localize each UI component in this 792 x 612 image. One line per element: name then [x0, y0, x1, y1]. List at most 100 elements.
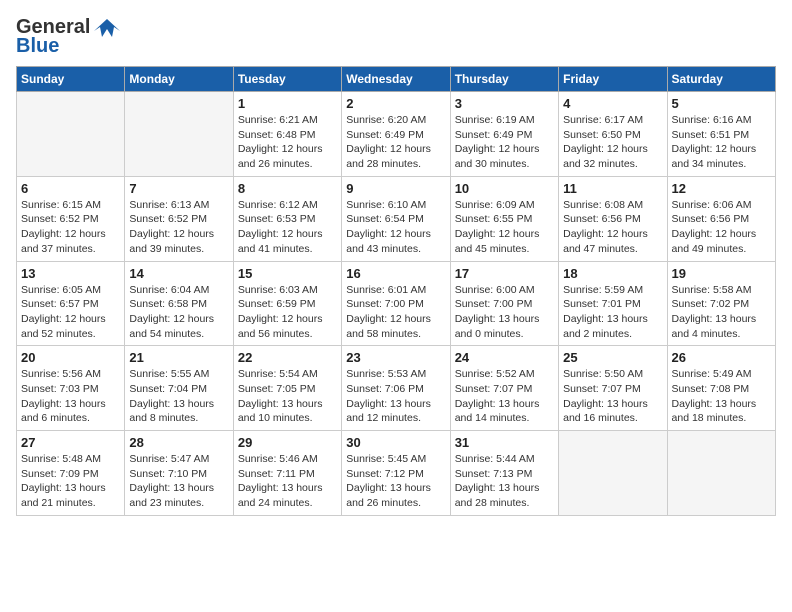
- calendar-cell: 24 Sunrise: 5:52 AM Sunset: 7:07 PM Dayli…: [450, 346, 558, 431]
- day-header-friday: Friday: [559, 67, 667, 92]
- calendar-cell: 28 Sunrise: 5:47 AM Sunset: 7:10 PM Dayli…: [125, 431, 233, 516]
- calendar-cell: 6 Sunrise: 6:15 AM Sunset: 6:52 PM Daylig…: [17, 176, 125, 261]
- day-header-saturday: Saturday: [667, 67, 775, 92]
- day-header-wednesday: Wednesday: [342, 67, 450, 92]
- calendar-cell: 30 Sunrise: 5:45 AM Sunset: 7:12 PM Dayli…: [342, 431, 450, 516]
- cell-content: Sunrise: 5:52 AM Sunset: 7:07 PM Dayligh…: [455, 367, 554, 426]
- calendar-cell: 9 Sunrise: 6:10 AM Sunset: 6:54 PM Daylig…: [342, 176, 450, 261]
- calendar-cell: [125, 92, 233, 177]
- day-number: 21: [129, 350, 228, 365]
- calendar-cell: 1 Sunrise: 6:21 AM Sunset: 6:48 PM Daylig…: [233, 92, 341, 177]
- day-number: 18: [563, 266, 662, 281]
- day-number: 11: [563, 181, 662, 196]
- cell-content: Sunrise: 6:16 AM Sunset: 6:51 PM Dayligh…: [672, 113, 771, 172]
- cell-content: Sunrise: 6:01 AM Sunset: 7:00 PM Dayligh…: [346, 283, 445, 342]
- cell-content: Sunrise: 5:49 AM Sunset: 7:08 PM Dayligh…: [672, 367, 771, 426]
- calendar-cell: 10 Sunrise: 6:09 AM Sunset: 6:55 PM Dayli…: [450, 176, 558, 261]
- day-header-sunday: Sunday: [17, 67, 125, 92]
- cell-content: Sunrise: 6:15 AM Sunset: 6:52 PM Dayligh…: [21, 198, 120, 257]
- cell-content: Sunrise: 6:13 AM Sunset: 6:52 PM Dayligh…: [129, 198, 228, 257]
- calendar-cell: 4Sunrise: 6:17 AM Sunset: 6:50 PM Daylig…: [559, 92, 667, 177]
- cell-content: Sunrise: 6:03 AM Sunset: 6:59 PM Dayligh…: [238, 283, 337, 342]
- calendar-cell: 2Sunrise: 6:20 AM Sunset: 6:49 PM Daylig…: [342, 92, 450, 177]
- day-number: 3: [455, 96, 554, 111]
- day-number: 28: [129, 435, 228, 450]
- day-header-thursday: Thursday: [450, 67, 558, 92]
- logo-bird-icon: [94, 17, 120, 39]
- calendar-cell: 20 Sunrise: 5:56 AM Sunset: 7:03 PM Dayli…: [17, 346, 125, 431]
- cell-content: Sunrise: 5:46 AM Sunset: 7:11 PM Dayligh…: [238, 452, 337, 511]
- calendar-cell: 3 Sunrise: 6:19 AM Sunset: 6:49 PM Daylig…: [450, 92, 558, 177]
- day-number: 30: [346, 435, 445, 450]
- day-number: 14: [129, 266, 228, 281]
- calendar-cell: [559, 431, 667, 516]
- cell-content: Sunrise: 5:50 AM Sunset: 7:07 PM Dayligh…: [563, 367, 662, 426]
- calendar-cell: 12Sunrise: 6:06 AM Sunset: 6:56 PM Dayli…: [667, 176, 775, 261]
- calendar-cell: 26 Sunrise: 5:49 AM Sunset: 7:08 PM Dayli…: [667, 346, 775, 431]
- day-number: 20: [21, 350, 120, 365]
- cell-content: Sunrise: 6:19 AM Sunset: 6:49 PM Dayligh…: [455, 113, 554, 172]
- cell-content: Sunrise: 5:45 AM Sunset: 7:12 PM Dayligh…: [346, 452, 445, 511]
- calendar-cell: 7 Sunrise: 6:13 AM Sunset: 6:52 PM Daylig…: [125, 176, 233, 261]
- calendar-cell: 29Sunrise: 5:46 AM Sunset: 7:11 PM Dayli…: [233, 431, 341, 516]
- day-number: 13: [21, 266, 120, 281]
- day-number: 12: [672, 181, 771, 196]
- day-number: 26: [672, 350, 771, 365]
- day-header-monday: Monday: [125, 67, 233, 92]
- calendar-header-row: SundayMondayTuesdayWednesdayThursdayFrid…: [17, 67, 776, 92]
- calendar-cell: [667, 431, 775, 516]
- calendar-cell: 22 Sunrise: 5:54 AM Sunset: 7:05 PM Dayli…: [233, 346, 341, 431]
- calendar-cell: 21 Sunrise: 5:55 AM Sunset: 7:04 PM Dayli…: [125, 346, 233, 431]
- day-number: 1: [238, 96, 337, 111]
- cell-content: Sunrise: 6:21 AM Sunset: 6:48 PM Dayligh…: [238, 113, 337, 172]
- day-number: 9: [346, 181, 445, 196]
- day-number: 8: [238, 181, 337, 196]
- calendar-cell: 8 Sunrise: 6:12 AM Sunset: 6:53 PM Daylig…: [233, 176, 341, 261]
- day-number: 10: [455, 181, 554, 196]
- cell-content: Sunrise: 5:44 AM Sunset: 7:13 PM Dayligh…: [455, 452, 554, 511]
- logo: General Blue: [16, 16, 120, 58]
- cell-content: Sunrise: 6:05 AM Sunset: 6:57 PM Dayligh…: [21, 283, 120, 342]
- calendar-cell: 18 Sunrise: 5:59 AM Sunset: 7:01 PM Dayli…: [559, 261, 667, 346]
- cell-content: Sunrise: 5:59 AM Sunset: 7:01 PM Dayligh…: [563, 283, 662, 342]
- calendar-week-1: 1 Sunrise: 6:21 AM Sunset: 6:48 PM Daylig…: [17, 92, 776, 177]
- cell-content: Sunrise: 5:56 AM Sunset: 7:03 PM Dayligh…: [21, 367, 120, 426]
- day-number: 27: [21, 435, 120, 450]
- calendar-cell: 5 Sunrise: 6:16 AM Sunset: 6:51 PM Daylig…: [667, 92, 775, 177]
- day-number: 6: [21, 181, 120, 196]
- calendar-cell: 31 Sunrise: 5:44 AM Sunset: 7:13 PM Dayli…: [450, 431, 558, 516]
- cell-content: Sunrise: 6:09 AM Sunset: 6:55 PM Dayligh…: [455, 198, 554, 257]
- day-header-tuesday: Tuesday: [233, 67, 341, 92]
- day-number: 19: [672, 266, 771, 281]
- cell-content: Sunrise: 5:54 AM Sunset: 7:05 PM Dayligh…: [238, 367, 337, 426]
- calendar-cell: 23Sunrise: 5:53 AM Sunset: 7:06 PM Dayli…: [342, 346, 450, 431]
- cell-content: Sunrise: 5:55 AM Sunset: 7:04 PM Dayligh…: [129, 367, 228, 426]
- day-number: 24: [455, 350, 554, 365]
- cell-content: Sunrise: 6:17 AM Sunset: 6:50 PM Dayligh…: [563, 113, 662, 172]
- day-number: 7: [129, 181, 228, 196]
- day-number: 22: [238, 350, 337, 365]
- day-number: 5: [672, 96, 771, 111]
- calendar-week-2: 6 Sunrise: 6:15 AM Sunset: 6:52 PM Daylig…: [17, 176, 776, 261]
- calendar-cell: 13 Sunrise: 6:05 AM Sunset: 6:57 PM Dayli…: [17, 261, 125, 346]
- cell-content: Sunrise: 6:12 AM Sunset: 6:53 PM Dayligh…: [238, 198, 337, 257]
- calendar-cell: 17 Sunrise: 6:00 AM Sunset: 7:00 PM Dayli…: [450, 261, 558, 346]
- cell-content: Sunrise: 6:08 AM Sunset: 6:56 PM Dayligh…: [563, 198, 662, 257]
- cell-content: Sunrise: 5:53 AM Sunset: 7:06 PM Dayligh…: [346, 367, 445, 426]
- day-number: 15: [238, 266, 337, 281]
- cell-content: Sunrise: 6:10 AM Sunset: 6:54 PM Dayligh…: [346, 198, 445, 257]
- cell-content: Sunrise: 5:47 AM Sunset: 7:10 PM Dayligh…: [129, 452, 228, 511]
- calendar-cell: [17, 92, 125, 177]
- day-number: 31: [455, 435, 554, 450]
- calendar-cell: 27 Sunrise: 5:48 AM Sunset: 7:09 PM Dayli…: [17, 431, 125, 516]
- day-number: 17: [455, 266, 554, 281]
- day-number: 25: [563, 350, 662, 365]
- cell-content: Sunrise: 6:00 AM Sunset: 7:00 PM Dayligh…: [455, 283, 554, 342]
- calendar-table: SundayMondayTuesdayWednesdayThursdayFrid…: [16, 66, 776, 516]
- logo-blue-text: Blue: [16, 35, 59, 58]
- cell-content: Sunrise: 5:48 AM Sunset: 7:09 PM Dayligh…: [21, 452, 120, 511]
- calendar-cell: 25 Sunrise: 5:50 AM Sunset: 7:07 PM Dayli…: [559, 346, 667, 431]
- calendar-week-3: 13 Sunrise: 6:05 AM Sunset: 6:57 PM Dayli…: [17, 261, 776, 346]
- calendar-cell: 11 Sunrise: 6:08 AM Sunset: 6:56 PM Dayli…: [559, 176, 667, 261]
- day-number: 16: [346, 266, 445, 281]
